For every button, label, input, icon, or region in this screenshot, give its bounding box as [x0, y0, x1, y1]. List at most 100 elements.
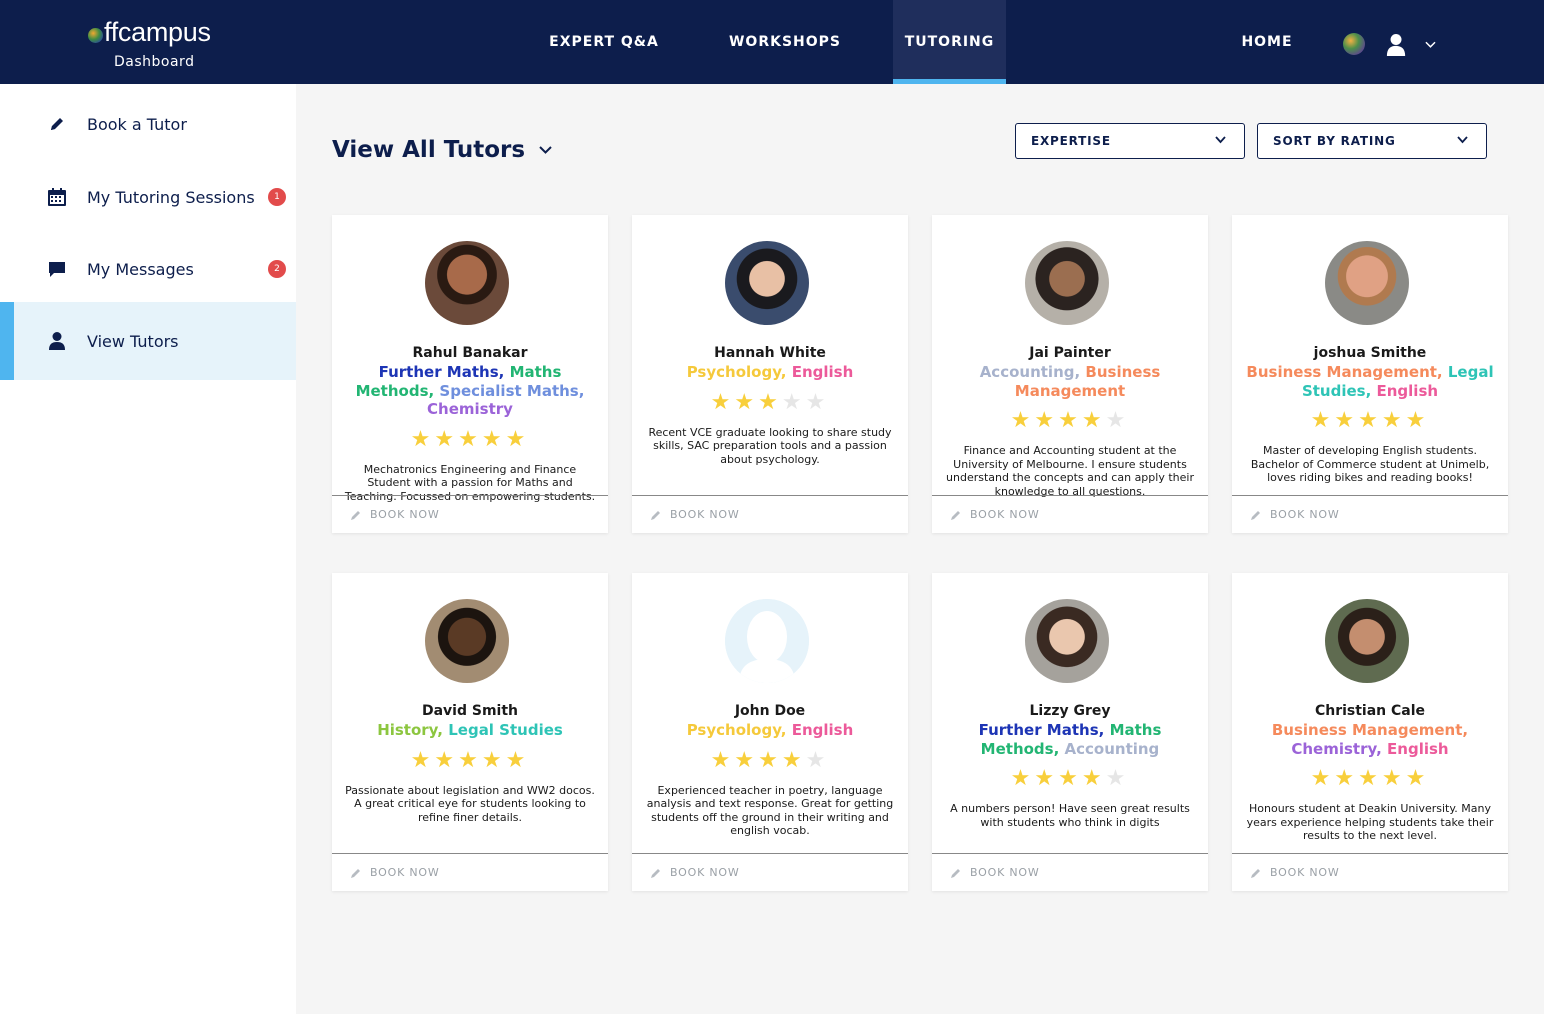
- subject-tag: English: [1387, 739, 1449, 758]
- globe-logo-icon: [88, 27, 103, 43]
- tutor-bio: Finance and Accounting student at the Un…: [946, 444, 1194, 498]
- book-now-button[interactable]: BOOK NOW: [1232, 495, 1508, 533]
- star-icon: ★: [1381, 408, 1406, 433]
- sidebar: Book a Tutor My Tutoring Sessions 1 My M…: [0, 84, 296, 1014]
- avatar: [725, 241, 809, 325]
- star-icon: ★: [734, 747, 759, 773]
- chevron-down-icon: [1215, 136, 1226, 144]
- star-rating: ★★★★★: [932, 768, 1208, 790]
- star-rating: ★★★★★: [332, 747, 608, 773]
- star-icon: ★: [1034, 766, 1059, 791]
- tutor-subjects: Business Management, Chemistry, English: [1246, 721, 1494, 758]
- chat-icon: [47, 259, 67, 279]
- sidebar-item-view-tutors[interactable]: View Tutors: [0, 302, 296, 380]
- dashboard-label: Dashboard: [114, 54, 195, 70]
- star-rating: ★★★★★: [1232, 768, 1508, 790]
- book-now-button[interactable]: BOOK NOW: [332, 495, 608, 533]
- avatar: [425, 241, 509, 325]
- tutor-card[interactable]: Hannah White Psychology, English ★★★★★ Rece…: [632, 215, 908, 533]
- avatar: [1325, 599, 1409, 683]
- tutor-card[interactable]: Lizzy Grey Further Maths, Maths Methods, …: [932, 573, 1208, 891]
- logo-text: ffcampus: [104, 17, 211, 47]
- subject-tag: Chemistry: [427, 400, 513, 418]
- star-icon: ★: [505, 426, 530, 452]
- tutor-name: Christian Cale: [1314, 703, 1426, 719]
- subject-tag: Specialist Maths,: [439, 381, 585, 400]
- sidebar-item-my-tutoring-sessions[interactable]: My Tutoring Sessions 1: [0, 161, 296, 233]
- star-icon: ★: [1058, 766, 1082, 791]
- tutor-bio: A numbers person! Have seen great result…: [950, 802, 1190, 829]
- book-now-button[interactable]: BOOK NOW: [932, 853, 1208, 891]
- subject-tag: English: [791, 721, 854, 739]
- tutor-card[interactable]: John Doe Psychology, English ★★★★★ Experien…: [632, 573, 908, 891]
- book-now-label: BOOK NOW: [370, 508, 440, 521]
- tutor-subjects: Further Maths, Maths Methods, Accounting: [946, 721, 1194, 758]
- book-now-button[interactable]: BOOK NOW: [1232, 853, 1508, 891]
- sidebar-item-label: Book a Tutor: [87, 114, 187, 134]
- chevron-down-icon: [1457, 136, 1468, 144]
- subject-tag: Further Maths,: [978, 721, 1110, 739]
- book-now-label: BOOK NOW: [670, 866, 740, 879]
- sort-dropdown[interactable]: SORT BY RATING: [1257, 123, 1487, 159]
- star-icon: ★: [1310, 766, 1335, 791]
- star-rating: ★★★★★: [932, 410, 1208, 432]
- globe-icon[interactable]: [1343, 33, 1365, 55]
- star-icon: ★: [1058, 408, 1082, 433]
- nav-workshops[interactable]: WORKSHOPS: [718, 0, 852, 84]
- subject-tag: Accounting,: [979, 363, 1086, 381]
- star-icon: ★: [781, 389, 806, 415]
- sidebar-item-label: My Tutoring Sessions: [87, 187, 255, 207]
- tutor-card[interactable]: joshua Smithe Business Management, Legal …: [1232, 215, 1508, 533]
- nav-home[interactable]: HOME: [1232, 0, 1302, 84]
- star-icon: ★: [1034, 408, 1059, 433]
- tutor-subjects: Psychology, English: [646, 721, 894, 740]
- star-icon: ★: [1381, 766, 1406, 791]
- tutor-card[interactable]: David Smith History, Legal Studies ★★★★★ Pa…: [332, 573, 608, 891]
- tutor-name: John Doe: [734, 703, 806, 719]
- book-now-label: BOOK NOW: [1270, 508, 1340, 521]
- chevron-down-icon: [1425, 41, 1436, 48]
- subject-tag: Business Management,: [1271, 721, 1469, 739]
- star-icon: ★: [410, 426, 435, 452]
- tutor-card[interactable]: Jai Painter Accounting, Business Manageme…: [932, 215, 1208, 533]
- star-icon: ★: [734, 389, 759, 415]
- pencil-icon: [651, 510, 660, 520]
- page-title-dropdown[interactable]: View All Tutors: [332, 137, 552, 163]
- star-rating: ★★★★★: [1232, 410, 1508, 432]
- book-now-button[interactable]: BOOK NOW: [932, 495, 1208, 533]
- star-icon: ★: [710, 389, 735, 415]
- subject-tag: Further Maths,: [378, 363, 510, 381]
- star-icon: ★: [481, 747, 506, 773]
- tutor-name: joshua Smithe: [1313, 345, 1427, 361]
- nav-tutoring[interactable]: TUTORING: [893, 0, 1006, 84]
- logo[interactable]: ffcampus: [88, 16, 211, 48]
- pencil-icon: [951, 510, 960, 520]
- expertise-dropdown[interactable]: EXPERTISE: [1015, 123, 1245, 159]
- star-rating: ★★★★★: [632, 747, 908, 773]
- tutor-bio: Recent VCE graduate looking to share stu…: [648, 425, 892, 466]
- subject-tag: English: [1376, 381, 1439, 400]
- star-icon: ★: [1010, 766, 1035, 791]
- tutor-subjects: Business Management, Legal Studies, Engl…: [1246, 363, 1494, 400]
- star-icon: ★: [805, 747, 830, 773]
- tutor-subjects: Accounting, Business Management: [946, 363, 1194, 400]
- tutor-card[interactable]: Rahul Banakar Further Maths, Maths Method…: [332, 215, 608, 533]
- book-now-button[interactable]: BOOK NOW: [632, 495, 908, 533]
- book-now-label: BOOK NOW: [970, 866, 1040, 879]
- nav-expert-qa[interactable]: EXPERT Q&A: [540, 0, 668, 84]
- placeholder-avatar-icon: [725, 599, 809, 683]
- sidebar-item-book-a-tutor[interactable]: Book a Tutor: [0, 88, 296, 160]
- sidebar-item-my-messages[interactable]: My Messages 2: [0, 233, 296, 305]
- tutor-bio: Passionate about legislation and WW2 doc…: [345, 783, 595, 824]
- star-icon: ★: [1105, 766, 1130, 791]
- book-now-button[interactable]: BOOK NOW: [632, 853, 908, 891]
- nav-label: HOME: [1241, 34, 1293, 50]
- star-rating: ★★★★★: [332, 426, 608, 452]
- tutor-name: David Smith: [421, 703, 519, 719]
- top-navbar: ffcampus Dashboard EXPERT Q&A WORKSHOPS …: [0, 0, 1544, 84]
- tutor-name: Rahul Banakar: [412, 345, 528, 361]
- user-menu[interactable]: [1386, 30, 1436, 60]
- tutor-card[interactable]: Christian Cale Business Management, Chemi…: [1232, 573, 1508, 891]
- nav-label: EXPERT Q&A: [549, 34, 659, 50]
- book-now-button[interactable]: BOOK NOW: [332, 853, 608, 891]
